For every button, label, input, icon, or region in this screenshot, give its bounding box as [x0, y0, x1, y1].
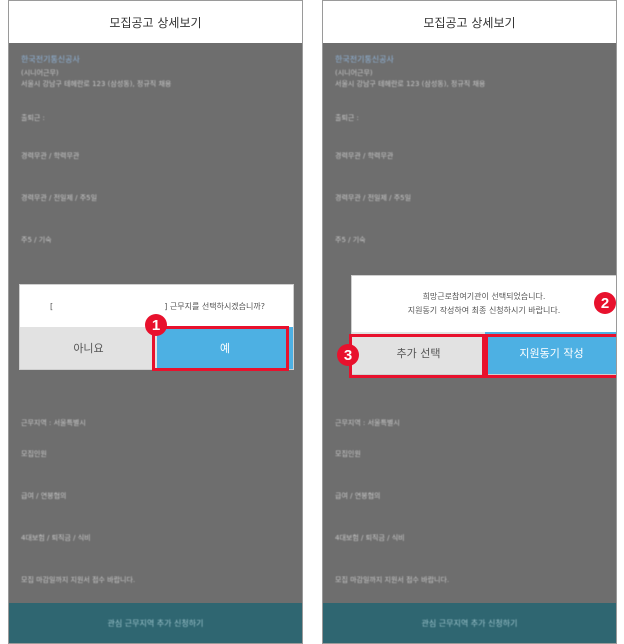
- field-line: 모집인원: [335, 450, 361, 458]
- company-sub: (시니어근무): [21, 69, 59, 77]
- yes-button[interactable]: 예: [157, 327, 293, 369]
- dialog-message-line1: 희망근로참여기관이 선택되었습니다.: [422, 292, 546, 301]
- company-sub: (시니어근무): [335, 69, 373, 77]
- field-line: 급여 / 연봉협의: [335, 492, 381, 500]
- bottom-action-bar[interactable]: 관심 근무지역 추가 신청하기: [9, 603, 302, 643]
- header: 모집공고 상세보기: [9, 1, 302, 43]
- company-name: 한국전기통신공사: [335, 55, 394, 64]
- phone-screen-right: 모집공고 상세보기 한국전기통신공사 (시니어근무) 서울시 강남구 테헤란로 …: [322, 0, 617, 644]
- field-line: 경력무관 / 전일제 / 주5일: [335, 194, 412, 202]
- bottom-bar-label: 관심 근무지역 추가 신청하기: [421, 618, 518, 628]
- write-motivation-button[interactable]: 지원동기 작성: [485, 332, 616, 374]
- company-name: 한국전기통신공사: [21, 55, 80, 64]
- company-address: 서울시 강남구 테헤란로 123 (삼성동), 정규직 채용: [21, 80, 172, 88]
- add-selection-button[interactable]: 추가 선택: [352, 332, 485, 374]
- dialog-message: ] 근무지를 선택하시겠습니까?: [164, 302, 265, 311]
- field-line: 근무지역 : 서울특별시: [21, 419, 86, 427]
- field-line: 근무지역 : 서울특별시: [335, 419, 400, 427]
- phone-screen-left: 모집공고 상세보기 한국전기통신공사 (시니어근무) 서울시 강남구 테헤란로 …: [8, 0, 303, 644]
- step-marker-1: 1: [145, 314, 167, 336]
- field-line: 출퇴근 :: [21, 114, 45, 122]
- field-line: 주5 / 기숙: [335, 236, 366, 244]
- field-line: 주5 / 기숙: [21, 236, 52, 244]
- field-line: 경력무관 / 전일제 / 주5일: [21, 194, 98, 202]
- field-line: 경력무관 / 학력무관: [335, 152, 394, 160]
- field-line: 경력무관 / 학력무관: [21, 152, 80, 160]
- field-line: 급여 / 연봉협의: [21, 492, 67, 500]
- company-address: 서울시 강남구 테헤란로 123 (삼성동), 정규직 채용: [335, 80, 486, 88]
- dialog-message-line2: 지원동기 작성하여 최종 신청하시기 바랍니다.: [407, 306, 561, 315]
- field-line: 모집 마감일까지 지원서 접수 바랍니다.: [335, 576, 450, 584]
- bottom-action-bar[interactable]: 관심 근무지역 추가 신청하기: [323, 603, 616, 643]
- header: 모집공고 상세보기: [323, 1, 616, 43]
- step-marker-2: 2: [594, 292, 616, 314]
- bottom-bar-label: 관심 근무지역 추가 신청하기: [107, 618, 204, 628]
- page-title: 모집공고 상세보기: [109, 15, 202, 30]
- step-marker-3: 3: [337, 344, 359, 366]
- page-title: 모집공고 상세보기: [423, 15, 516, 30]
- field-line: 4대보험 / 퇴직금 / 식비: [335, 534, 405, 542]
- selection-complete-dialog: 희망근로참여기관이 선택되었습니다. 지원동기 작성하여 최종 신청하시기 바랍…: [351, 275, 616, 375]
- field-line: 모집 마감일까지 지원서 접수 바랍니다.: [21, 576, 136, 584]
- no-button[interactable]: 아니요: [20, 327, 157, 369]
- field-line: 4대보험 / 퇴직금 / 식비: [21, 534, 91, 542]
- field-line: 출퇴근 :: [335, 114, 359, 122]
- field-line: 모집인원: [21, 450, 47, 458]
- dialog-message-bracket: [: [50, 302, 54, 311]
